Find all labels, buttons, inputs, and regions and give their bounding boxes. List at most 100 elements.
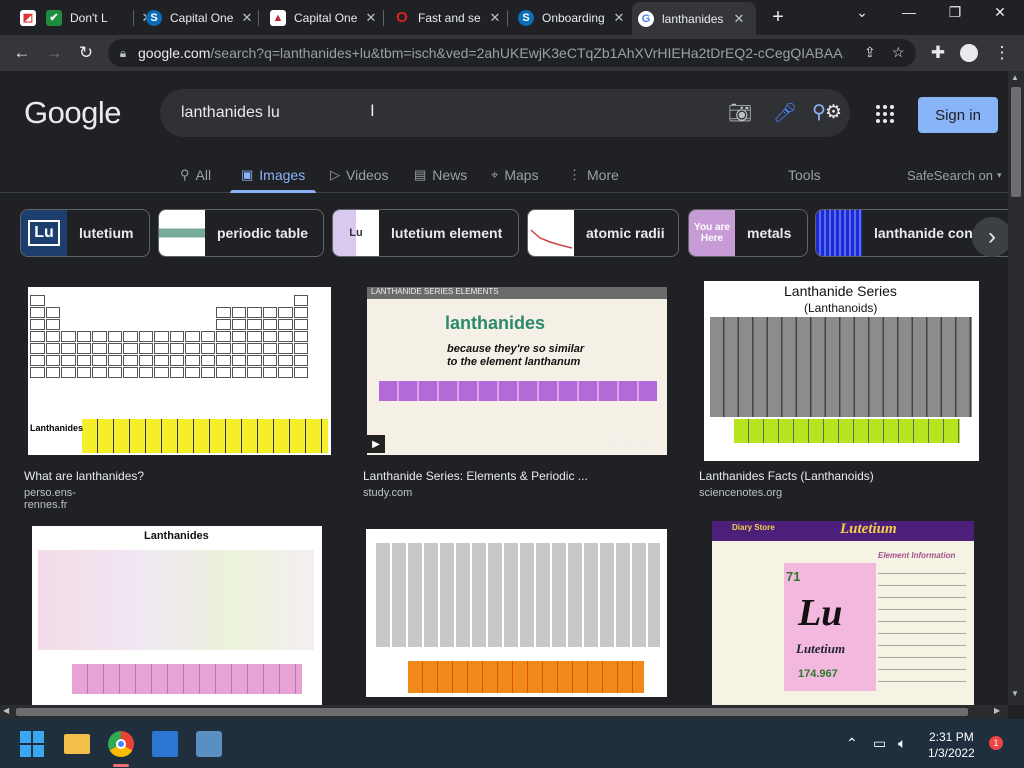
back-arrow-icon[interactable]: ← [10, 41, 34, 65]
play-video-icon[interactable]: ▶ [367, 435, 385, 453]
google-apps-grid-icon[interactable] [876, 105, 894, 123]
minimize-icon[interactable]: — [896, 4, 922, 20]
file-explorer-icon[interactable] [64, 734, 90, 754]
windows-start-icon[interactable] [20, 731, 46, 757]
network-icon[interactable]: ▭ [873, 735, 886, 752]
browser-tab[interactable]: S Capital One ✕ [140, 4, 260, 31]
google-logo[interactable]: Google [24, 95, 121, 131]
close-icon[interactable]: ✕ [488, 10, 502, 26]
element-cell [185, 343, 200, 354]
element-cell [107, 331, 122, 342]
sign-in-button[interactable]: Sign in [918, 97, 998, 133]
element-cell [30, 355, 45, 366]
close-icon[interactable]: ✕ [612, 10, 626, 26]
photos-icon: ◩ [20, 9, 36, 26]
search-magnifier-icon[interactable]: ⚲ [812, 101, 826, 124]
scrollbar-thumb[interactable] [16, 708, 968, 716]
result-image[interactable] [366, 529, 667, 697]
lock-icon[interactable]: 🔒︎ [108, 46, 138, 61]
chip-periodic-table[interactable]: periodic table [158, 209, 324, 257]
new-tab-plus-icon[interactable]: + [767, 6, 789, 29]
browser-tab[interactable]: ▲ Capital One ✕ [264, 4, 384, 31]
element-cell [45, 367, 60, 378]
result-title[interactable]: What are lanthanides? [24, 469, 144, 483]
extensions-puzzle-icon[interactable]: ✚ [926, 41, 950, 65]
store-icon[interactable] [152, 731, 178, 757]
element-cell [61, 355, 76, 366]
scroll-up-arrow-icon[interactable]: ▲ [1011, 73, 1019, 82]
chip-lutetium[interactable]: Lu lutetium [20, 209, 150, 257]
notification-badge[interactable]: 1 [989, 736, 1003, 750]
tab-maps-label: Maps [504, 167, 539, 183]
tab-videos[interactable]: ▷ Videos [330, 161, 389, 189]
browser-tab[interactable]: O Fast and se ✕ [388, 4, 508, 31]
reload-icon[interactable]: ↻ [74, 41, 98, 65]
element-cell [45, 343, 60, 354]
vertical-scrollbar[interactable]: ▲ ▼ [1008, 71, 1024, 705]
chip-atomic-radii[interactable]: atomic radii [527, 209, 679, 257]
close-icon[interactable]: ✕ [240, 10, 254, 26]
element-cell [76, 355, 91, 366]
volume-icon[interactable]: 🔈︎ [898, 735, 906, 752]
address-bar[interactable]: 🔒︎ google.com/search?q=lanthanides+lu&tb… [108, 39, 916, 67]
safesearch-dropdown[interactable]: SafeSearch on ▾ [907, 161, 1002, 189]
element-cell [278, 307, 293, 318]
share-icon[interactable]: ⇪ [864, 44, 876, 61]
bookmark-star-icon[interactable]: ☆ [892, 44, 905, 61]
window-close-icon[interactable]: ✕ [987, 4, 1013, 21]
chrome-icon[interactable] [108, 731, 134, 757]
tools-button[interactable]: Tools [788, 161, 821, 189]
scrollbar-thumb[interactable] [1011, 87, 1021, 197]
microphone-icon[interactable]: 🎤︎ [773, 101, 797, 125]
search-query[interactable]: lanthanides lu [181, 104, 280, 122]
result-source[interactable]: sciencenotes.org [699, 487, 782, 499]
chip-thumbnail: Lu [21, 210, 67, 256]
chip-lutetium-element[interactable]: Lu lutetium element [332, 209, 519, 257]
result-image[interactable]: Lanthanides [32, 526, 322, 705]
close-icon[interactable]: ✕ [732, 11, 746, 27]
forward-arrow-icon[interactable]: → [42, 41, 66, 65]
element-cell [231, 343, 246, 354]
chips-next-chevron-icon[interactable]: › [972, 217, 1008, 257]
chip-label: lanthanide cont [874, 225, 978, 241]
element-cell [76, 331, 91, 342]
settings-gear-icon[interactable]: ⚙ [825, 101, 842, 124]
chip-metals[interactable]: You are Here metals [688, 209, 808, 257]
result-image[interactable]: Lanthanides [28, 287, 331, 455]
menu-kebab-icon[interactable]: ⋮ [990, 41, 1014, 65]
show-hidden-icons-chevron-icon[interactable]: ⌃ [846, 735, 858, 752]
scroll-down-arrow-icon[interactable]: ▼ [1011, 689, 1019, 698]
browser-tab[interactable]: S Onboarding ✕ [512, 4, 632, 31]
element-cell [92, 343, 107, 354]
more-dots-icon: ⋮ [568, 167, 581, 182]
restore-icon[interactable]: ❐ [942, 4, 968, 21]
tab-images[interactable]: ▣ Images [241, 161, 305, 189]
scroll-left-arrow-icon[interactable]: ◀ [3, 706, 9, 715]
close-icon[interactable]: ✕ [364, 10, 378, 26]
tab-title: Capital One [170, 10, 234, 25]
chip-thumbnail [159, 210, 205, 256]
clock-time: 2:31 PM [929, 730, 974, 744]
camera-icon[interactable]: 📷︎ [728, 101, 752, 125]
tab-all[interactable]: ⚲ All [180, 161, 211, 189]
element-cell [293, 319, 308, 330]
result-image[interactable]: Lanthanide Series (Lanthanoids) [704, 281, 979, 461]
result-image[interactable]: LANTHANIDE SERIES ELEMENTS lanthanides b… [367, 287, 667, 455]
result-title[interactable]: Lanthanide Series: Elements & Periodic .… [363, 469, 588, 483]
tab-search-chevron-icon[interactable]: ⌄ [849, 4, 875, 21]
tab-more[interactable]: ⋮ More [568, 161, 619, 189]
result-source[interactable]: study.com [363, 487, 412, 499]
browser-tab-active[interactable]: G lanthanides ✕ [632, 2, 756, 35]
element-cell [262, 343, 277, 354]
result-source[interactable]: perso.ens-rennes.fr [24, 487, 76, 511]
tab-news[interactable]: ▤ News [414, 161, 467, 189]
result-image[interactable]: Diary Store Lutetium 71 Lu Lutetium 174.… [712, 521, 974, 705]
system-clock[interactable]: 2:31 PM 1/3/2022 [928, 729, 975, 761]
profile-avatar-icon[interactable] [957, 41, 981, 65]
result-title[interactable]: Lanthanides Facts (Lanthanoids) [699, 469, 874, 483]
scroll-right-arrow-icon[interactable]: ▶ [994, 706, 1000, 715]
setup-icon[interactable] [196, 731, 222, 757]
search-box[interactable]: lanthanides lu I 📷︎ 🎤︎ ⚲ ⚙ [160, 89, 850, 137]
tab-maps[interactable]: ⌖ Maps [491, 161, 539, 189]
horizontal-scrollbar[interactable]: ◀ ▶ [0, 705, 1008, 719]
